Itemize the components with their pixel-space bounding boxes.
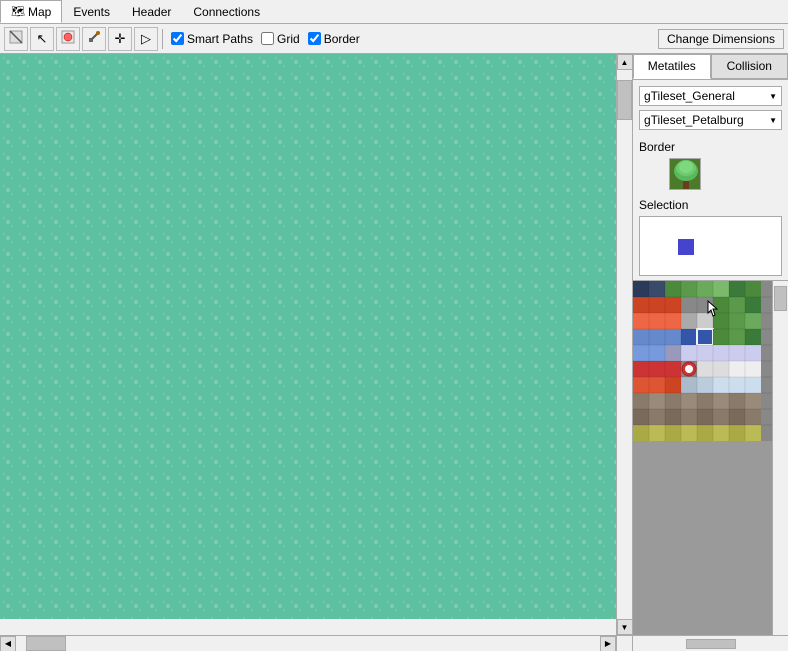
menu-bar: 🗺 Map Events Header Connections <box>0 0 788 24</box>
border-tree-tile <box>670 159 701 190</box>
tool-forward[interactable]: ▷ <box>134 27 158 51</box>
right-panel: Metatiles Collision gTileset_General ▼ g… <box>633 54 788 651</box>
tool-select[interactable]: ↖ <box>30 27 54 51</box>
toolbar: ↖ ✛ ▷ Smart Paths Grid <box>0 24 788 54</box>
smart-paths-label: Smart Paths <box>187 32 253 46</box>
tileset-scrollbar-v[interactable] <box>772 281 788 635</box>
grid-label: Grid <box>277 32 300 46</box>
change-dimensions-button[interactable]: Change Dimensions <box>658 29 784 49</box>
scroll-track-v[interactable] <box>617 70 632 619</box>
border-checkbox[interactable] <box>308 32 321 45</box>
eyedropper-icon <box>87 30 101 47</box>
menu-tab-connections[interactable]: Connections <box>182 0 271 23</box>
map-scrollbar-h[interactable]: ◀ ▶ <box>0 635 616 651</box>
tileset-scroll-thumb-v[interactable] <box>774 286 787 311</box>
map-icon: 🗺 <box>11 5 25 18</box>
toolbar-checkboxes: Smart Paths Grid Border <box>171 32 360 46</box>
tab-collision[interactable]: Collision <box>711 54 788 79</box>
smart-paths-checkbox[interactable] <box>171 32 184 45</box>
tileset-selectors: gTileset_General ▼ gTileset_Petalburg ▼ <box>633 80 788 136</box>
border-section-label: Border <box>639 140 782 154</box>
scroll-track-h[interactable] <box>16 636 600 651</box>
border-checkbox-label[interactable]: Border <box>308 32 360 46</box>
move-icon: ✛ <box>115 31 126 47</box>
menu-tab-events[interactable]: Events <box>62 0 121 23</box>
tileset-scroll-thumb-h[interactable] <box>686 639 736 649</box>
map-scroll-container[interactable] <box>0 54 632 635</box>
tileset2-arrow: ▼ <box>769 116 777 125</box>
tileset2-select[interactable]: gTileset_Petalburg ▼ <box>639 110 782 130</box>
main-content: ▲ ▼ ◀ ▶ Metatile <box>0 54 788 651</box>
menu-tab-map[interactable]: 🗺 Map <box>0 0 62 23</box>
fill-icon <box>61 30 75 47</box>
selection-preview[interactable] <box>639 216 782 276</box>
right-panel-tabs: Metatiles Collision <box>633 54 788 80</box>
scroll-up-arrow[interactable]: ▲ <box>617 54 633 70</box>
map-area[interactable]: ▲ ▼ ◀ ▶ <box>0 54 633 651</box>
tool-pencil[interactable] <box>4 27 28 51</box>
grid-checkbox-label[interactable]: Grid <box>261 32 300 46</box>
map-canvas[interactable] <box>0 54 616 619</box>
forward-icon: ▷ <box>141 31 151 47</box>
border-label: Border <box>324 32 360 46</box>
tool-eyedropper[interactable] <box>82 27 106 51</box>
tileset1-select[interactable]: gTileset_General ▼ <box>639 86 782 106</box>
scroll-thumb-v[interactable] <box>617 80 632 120</box>
tileset1-arrow: ▼ <box>769 92 777 101</box>
map-scrollbar-v[interactable]: ▲ ▼ <box>616 54 632 635</box>
tab-metatiles[interactable]: Metatiles <box>633 54 711 79</box>
smart-paths-checkbox-label[interactable]: Smart Paths <box>171 32 253 46</box>
scroll-thumb-h[interactable] <box>26 636 66 651</box>
border-preview[interactable] <box>669 158 701 190</box>
tool-fill[interactable] <box>56 27 80 51</box>
scroll-corner <box>616 635 632 651</box>
selection-section: Selection <box>633 194 788 280</box>
selection-section-label: Selection <box>639 198 782 212</box>
tileset-canvas[interactable] <box>633 281 772 651</box>
tileset-scrollbar-h[interactable] <box>633 635 788 651</box>
tileset-svg <box>633 281 772 651</box>
pencil-icon <box>9 30 23 47</box>
border-section: Border <box>633 136 788 194</box>
menu-tab-header[interactable]: Header <box>121 0 182 23</box>
scroll-left-arrow[interactable]: ◀ <box>0 636 16 651</box>
toolbar-right: Change Dimensions <box>658 29 784 49</box>
cursor-icon: ↖ <box>37 31 48 47</box>
grid-checkbox[interactable] <box>261 32 274 45</box>
scroll-down-arrow[interactable]: ▼ <box>617 619 633 635</box>
selected-tile <box>678 239 694 255</box>
toolbar-separator <box>162 29 163 49</box>
scroll-right-arrow[interactable]: ▶ <box>600 636 616 651</box>
tool-move[interactable]: ✛ <box>108 27 132 51</box>
tileset-area[interactable] <box>633 280 788 651</box>
